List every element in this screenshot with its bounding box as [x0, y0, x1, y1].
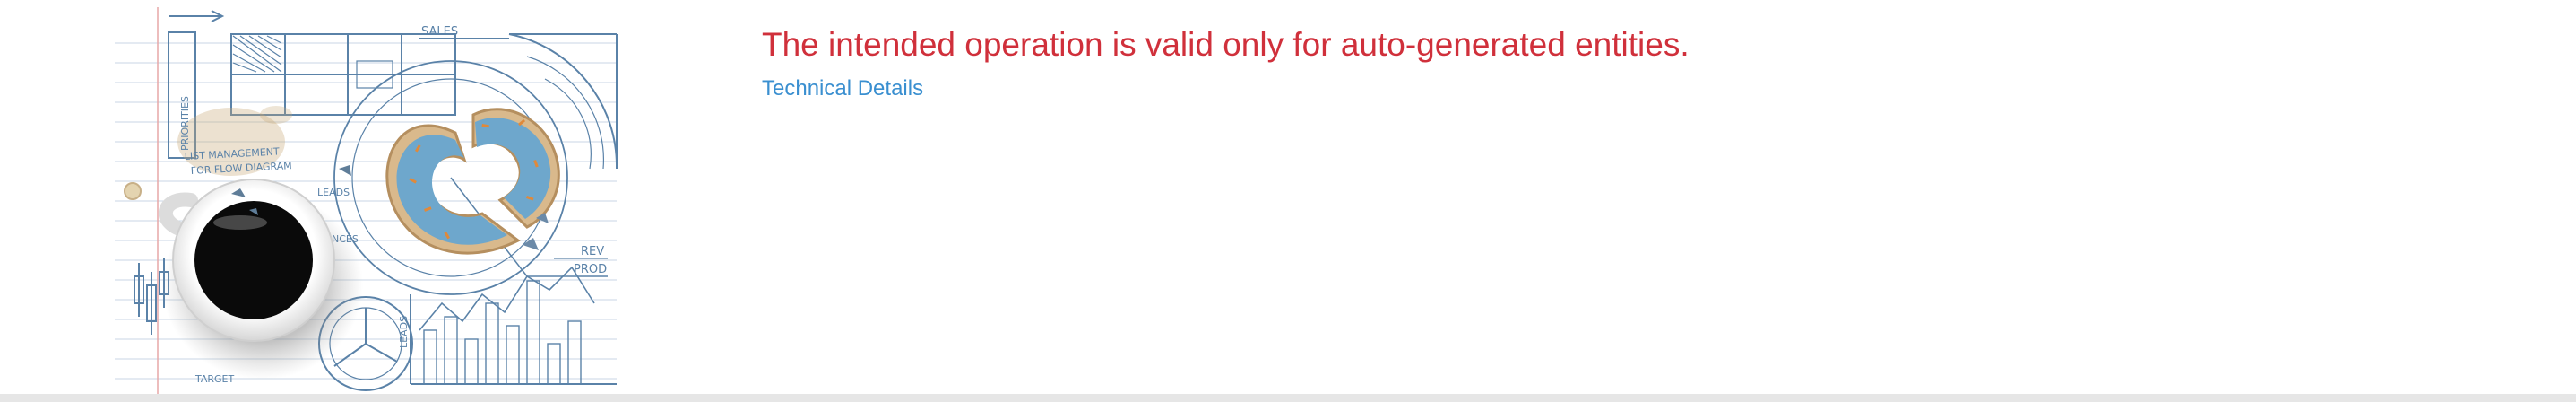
error-illustration: SALES PRIORITIES LIST MANAGEMENT FOR FLO…	[106, 7, 626, 395]
sketch-coffee-donut-illustration: SALES PRIORITIES LIST MANAGEMENT FOR FLO…	[115, 7, 618, 395]
bottom-strip	[0, 394, 2576, 402]
label-priorities: PRIORITIES	[179, 96, 191, 151]
label-leads-vertical: LEADS	[398, 316, 410, 348]
technical-details-link[interactable]: Technical Details	[762, 75, 923, 102]
label-prod: PROD	[574, 263, 607, 276]
label-sales: SALES	[421, 25, 458, 39]
label-rev: REV	[581, 245, 604, 258]
error-title: The intended operation is valid only for…	[762, 26, 1690, 63]
error-message-area: The intended operation is valid only for…	[762, 23, 1690, 102]
label-leads: LEADS	[317, 187, 350, 198]
label-target: TARGET	[194, 373, 235, 385]
